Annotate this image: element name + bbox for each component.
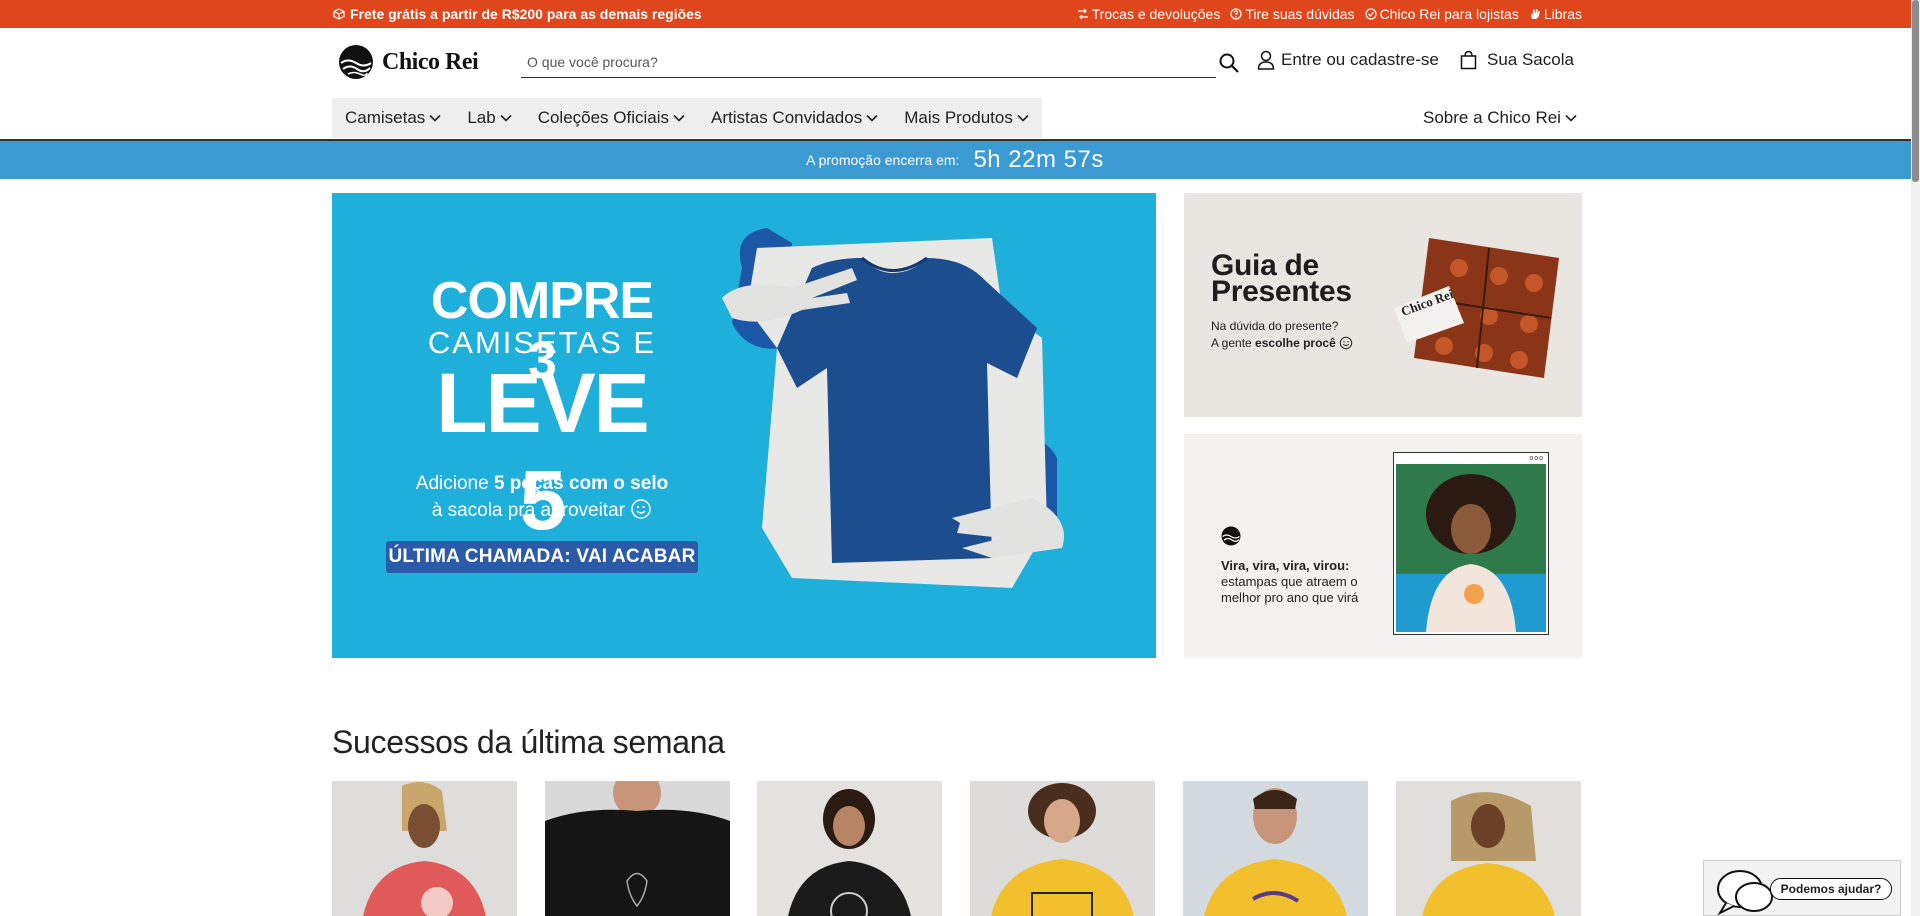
model-photo bbox=[1396, 464, 1546, 632]
product-card[interactable] bbox=[545, 781, 730, 916]
exchanges-link[interactable]: Trocas e devoluções bbox=[1077, 6, 1221, 22]
nav-item-label: Sobre a Chico Rei bbox=[1423, 108, 1561, 127]
hero-desc-prefix: Adicione bbox=[415, 473, 494, 494]
hero-tshirt-illustration bbox=[722, 228, 1064, 588]
main-nav: Camisetas Lab Coleções Oficiais Artistas… bbox=[332, 98, 1042, 138]
vira-card-text: Vira, vira, vira, virou: estampas que at… bbox=[1221, 558, 1361, 606]
bag-link[interactable]: Sua Sacola bbox=[1460, 50, 1574, 70]
nav-item-sobre[interactable]: Sobre a Chico Rei bbox=[1423, 98, 1577, 138]
user-icon bbox=[1257, 50, 1275, 70]
gift-guide-title: Guia de Presentes bbox=[1211, 251, 1352, 308]
countdown-label: A promoção encerra em: bbox=[806, 152, 960, 168]
nav-item-label: Mais Produtos bbox=[904, 108, 1013, 127]
product-card[interactable] bbox=[1183, 781, 1368, 916]
store-icon bbox=[1364, 8, 1377, 20]
bestsellers-section-title: Sucessos da última semana bbox=[332, 724, 725, 760]
nav-item-camisetas[interactable]: Camisetas bbox=[332, 98, 454, 138]
chevron-down-icon bbox=[866, 114, 878, 122]
search-input[interactable] bbox=[521, 48, 1161, 76]
gift-guide-subtitle: Na dúvida do presente? A gente escolhe p… bbox=[1211, 318, 1353, 352]
question-icon bbox=[1230, 8, 1242, 20]
hero-desc-bold: 5 peças com o selo bbox=[493, 473, 669, 494]
help-chat-widget[interactable]: Podemos ajudar? bbox=[1703, 860, 1901, 916]
exchanges-link-label: Trocas e devoluções bbox=[1091, 6, 1221, 22]
page: Frete grátis a partir de R$200 para as d… bbox=[0, 0, 1920, 916]
libras-link[interactable]: Libras bbox=[1529, 6, 1582, 22]
help-link[interactable]: Tire suas dúvidas bbox=[1230, 6, 1355, 22]
chevron-down-icon bbox=[1017, 114, 1029, 122]
product-card[interactable] bbox=[970, 781, 1155, 916]
free-shipping-notice: Frete grátis a partir de R$200 para as d… bbox=[333, 0, 702, 28]
retailers-link[interactable]: Chico Rei para lojistas bbox=[1364, 6, 1519, 22]
chevron-down-icon bbox=[500, 114, 512, 122]
gift-guide-subtitle-bold: escolhe procê bbox=[1255, 336, 1336, 350]
bag-label: Sua Sacola bbox=[1487, 50, 1574, 69]
product-list bbox=[332, 781, 1582, 916]
gift-guide-title-line2: Presentes bbox=[1211, 275, 1352, 308]
shopping-bag-icon bbox=[1460, 50, 1477, 70]
account-label: Entre ou cadastre-se bbox=[1281, 50, 1439, 69]
window-dots: ooo bbox=[1529, 455, 1544, 462]
vira-card-bold-text: Vira, vira, vira, virou: bbox=[1221, 558, 1350, 573]
libras-link-label: Libras bbox=[1543, 6, 1582, 22]
box-icon bbox=[333, 8, 345, 20]
hero-desc-suffix: à sacola pra aproveitar bbox=[431, 500, 625, 521]
nav-item-label: Artistas Convidados bbox=[711, 108, 863, 127]
logo-mark-icon bbox=[339, 45, 373, 79]
chevron-down-icon bbox=[429, 114, 441, 122]
nav-item-label: Lab bbox=[467, 108, 496, 127]
site-logo[interactable]: Chico Rei bbox=[338, 44, 479, 80]
gift-guide-subtitle-line1: Na dúvida do presente? bbox=[1211, 319, 1339, 333]
product-card[interactable] bbox=[757, 781, 942, 916]
product-image bbox=[757, 781, 942, 916]
hero-last-call-badge: ÚLTIMA CHAMADA: VAI ACABAR bbox=[386, 541, 698, 573]
browser-frame-photo: ooo bbox=[1393, 452, 1549, 635]
countdown-timer: 5h 22m 57s bbox=[973, 146, 1104, 173]
gift-guide-banner[interactable]: Guia de Presentes Na dúvida do presente?… bbox=[1184, 193, 1582, 417]
new-year-collection-banner[interactable]: Vira, vira, vira, virou: estampas que at… bbox=[1184, 434, 1582, 658]
account-link[interactable]: Entre ou cadastre-se bbox=[1257, 50, 1439, 70]
hero-banner[interactable]: COMPRE 3 CAMISETAS E LEVE 5 Adicione 5 p… bbox=[332, 193, 1156, 658]
product-card[interactable] bbox=[1396, 781, 1581, 916]
logo-text: Chico Rei bbox=[382, 48, 479, 75]
product-image bbox=[1396, 781, 1581, 916]
help-chat-label: Podemos ajudar? bbox=[1770, 878, 1892, 900]
free-shipping-text: Frete grátis a partir de R$200 para as d… bbox=[350, 6, 702, 22]
chevron-down-icon bbox=[1565, 114, 1577, 122]
site-header: Chico Rei Entre ou cadastre-se Sua Sacol… bbox=[0, 28, 1920, 96]
product-image bbox=[332, 781, 517, 916]
product-image bbox=[970, 781, 1155, 916]
nav-item-label: Camisetas bbox=[345, 108, 426, 127]
chat-bubbles-icon bbox=[1717, 870, 1773, 916]
promo-countdown-bar: A promoção encerra em: 5h 22m 57s bbox=[0, 141, 1920, 179]
chevron-down-icon bbox=[673, 114, 685, 122]
search-icon[interactable] bbox=[1218, 52, 1240, 74]
nav-item-label: Coleções Oficiais bbox=[537, 108, 670, 127]
nav-item-artistas-convidados[interactable]: Artistas Convidados bbox=[698, 98, 891, 138]
product-image bbox=[1183, 781, 1368, 916]
smile-emoji-icon bbox=[1339, 336, 1353, 350]
help-link-label: Tire suas dúvidas bbox=[1245, 6, 1355, 22]
page-scrollbar-thumb[interactable] bbox=[1912, 0, 1919, 182]
retailers-link-label: Chico Rei para lojistas bbox=[1379, 6, 1519, 22]
hand-icon bbox=[1529, 8, 1541, 20]
hero-description: Adicione 5 peças com o selo à sacola pra… bbox=[412, 470, 672, 524]
nav-item-mais-produtos[interactable]: Mais Produtos bbox=[891, 98, 1042, 138]
logo-mark-icon bbox=[1221, 526, 1241, 546]
product-card[interactable] bbox=[332, 781, 517, 916]
gift-guide-subtitle-prefix: A gente bbox=[1211, 336, 1256, 350]
nav-item-lab[interactable]: Lab bbox=[454, 98, 524, 138]
top-announcement-bar: Frete grátis a partir de R$200 para as d… bbox=[0, 0, 1920, 28]
nav-item-colecoes-oficiais[interactable]: Coleções Oficiais bbox=[525, 98, 698, 138]
vira-card-description: estampas que atraem o melhor pro ano que… bbox=[1221, 574, 1359, 605]
search-bar bbox=[521, 48, 1216, 78]
exchange-icon bbox=[1077, 8, 1089, 20]
wink-emoji-icon bbox=[631, 499, 652, 519]
top-links: Trocas e devoluções Tire suas dúvidas Ch… bbox=[1077, 0, 1582, 28]
product-image bbox=[545, 781, 730, 916]
